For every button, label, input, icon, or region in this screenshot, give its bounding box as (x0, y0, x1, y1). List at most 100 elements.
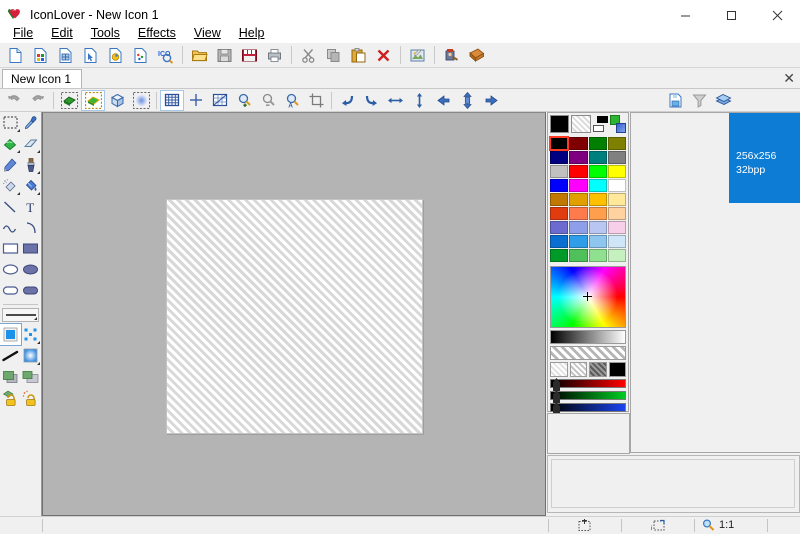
palette-swatch[interactable] (550, 179, 568, 192)
alpha-ramp[interactable] (550, 346, 626, 360)
palette-swatch[interactable] (589, 221, 607, 234)
foreground-color-swatch[interactable] (550, 115, 569, 133)
save-all-icon[interactable] (237, 44, 262, 67)
palette-swatch[interactable] (569, 207, 587, 220)
palette-swatch[interactable] (589, 151, 607, 164)
color-picker-tool[interactable] (21, 112, 42, 133)
cut-icon[interactable] (296, 44, 321, 67)
dither-fill-tool[interactable] (21, 324, 42, 345)
explorer-icon[interactable] (439, 44, 464, 67)
grid-icon[interactable] (160, 90, 184, 111)
red-channel-slider[interactable] (550, 379, 626, 388)
channel-slider-knob[interactable] (553, 378, 560, 391)
palette-swatch[interactable] (608, 137, 626, 150)
transparent-swatch[interactable] (571, 115, 590, 133)
palette-swatch[interactable] (569, 235, 587, 248)
open-icon[interactable] (187, 44, 212, 67)
flip-vertical-icon[interactable] (407, 90, 431, 111)
filter-icon[interactable] (687, 90, 711, 111)
brush-tool[interactable] (21, 154, 42, 175)
palette-swatch[interactable] (589, 249, 607, 262)
palette-swatch[interactable] (550, 207, 568, 220)
palette-swatch[interactable] (550, 221, 568, 234)
icon-canvas[interactable] (42, 112, 546, 516)
palette-swatch[interactable] (608, 165, 626, 178)
palette-swatch[interactable] (569, 249, 587, 262)
offset-shadow-tool[interactable] (21, 366, 42, 387)
new-animated-cursor-icon[interactable] (103, 44, 128, 67)
layers-icon[interactable] (711, 90, 735, 111)
menu-help[interactable]: Help (230, 24, 274, 42)
palette-swatch[interactable] (569, 137, 587, 150)
save-format-icon[interactable] (663, 90, 687, 111)
curve-tool[interactable] (0, 217, 21, 238)
color-palette-grid[interactable] (548, 135, 628, 264)
ellipse-filled-tool[interactable] (21, 259, 42, 280)
line-tool[interactable] (0, 196, 21, 217)
new-icon-library-icon[interactable] (53, 44, 78, 67)
palette-swatch[interactable] (550, 165, 568, 178)
zoom-out-icon[interactable] (256, 90, 280, 111)
menu-edit[interactable]: Edit (42, 24, 82, 42)
center-icon[interactable] (455, 90, 479, 111)
status-resize-grip[interactable] (768, 517, 800, 534)
extract-icon-icon[interactable]: ICO (153, 44, 178, 67)
alpha-step-swatch[interactable] (589, 362, 607, 377)
palette-swatch[interactable] (569, 151, 587, 164)
fill-tool[interactable] (0, 133, 21, 154)
palette-swatch[interactable] (608, 151, 626, 164)
delete-icon[interactable] (371, 44, 396, 67)
channel-slider-knob[interactable] (553, 390, 560, 403)
move-left-icon[interactable] (431, 90, 455, 111)
image-selected-icon[interactable] (81, 90, 105, 111)
palette-swatch[interactable] (589, 235, 607, 248)
print-icon[interactable] (262, 44, 287, 67)
icon-format-tile[interactable]: 256x256 32bpp (729, 113, 800, 203)
rotate-right-icon[interactable] (359, 90, 383, 111)
swap-colors-icon[interactable] (610, 115, 626, 133)
alpha-step-swatch[interactable] (609, 362, 627, 377)
palette-swatch[interactable] (550, 137, 568, 150)
crop-icon[interactable] (304, 90, 328, 111)
green-channel-slider[interactable] (550, 391, 626, 400)
eraser-tool[interactable] (21, 133, 42, 154)
zoom-actual-icon[interactable]: A (280, 90, 304, 111)
new-image-icon[interactable] (3, 44, 28, 67)
save-icon[interactable] (212, 44, 237, 67)
palette-swatch[interactable] (569, 221, 587, 234)
foreground-background-indicator[interactable] (593, 115, 609, 133)
palette-swatch[interactable] (550, 249, 568, 262)
palette-swatch[interactable] (589, 207, 607, 220)
undo-icon[interactable] (2, 90, 26, 111)
palette-swatch[interactable] (608, 207, 626, 220)
crosshair-icon[interactable] (184, 90, 208, 111)
menu-effects[interactable]: Effects (129, 24, 185, 42)
palette-swatch[interactable] (569, 165, 587, 178)
rectangle-filled-tool[interactable] (21, 238, 42, 259)
new-cursor-icon[interactable] (78, 44, 103, 67)
palette-swatch[interactable] (569, 193, 587, 206)
rectangular-select-tool[interactable] (0, 112, 21, 133)
flip-horizontal-icon[interactable] (383, 90, 407, 111)
palette-swatch[interactable] (550, 151, 568, 164)
palette-swatch[interactable] (550, 193, 568, 206)
alpha-step-swatch[interactable] (570, 362, 588, 377)
paste-icon[interactable] (346, 44, 371, 67)
3d-cube-icon[interactable] (105, 90, 129, 111)
alpha-step-swatch[interactable] (550, 362, 568, 377)
tab-new-icon-1[interactable]: New Icon 1 (2, 69, 82, 88)
lock-alpha-tool[interactable] (21, 387, 42, 408)
palette-swatch[interactable] (608, 193, 626, 206)
bottom-properties-panel[interactable] (547, 455, 800, 513)
rounded-rect-outline-tool[interactable] (0, 280, 21, 301)
palette-swatch[interactable] (608, 249, 626, 262)
transparent-icon-canvas[interactable] (166, 199, 423, 434)
image-layer-icon[interactable] (57, 90, 81, 111)
catalog-icon[interactable] (464, 44, 489, 67)
icon-preview-panel[interactable]: 256x256 32bpp (630, 112, 800, 453)
gradient-line-tool[interactable] (0, 345, 21, 366)
color-spectrum-picker[interactable] (550, 266, 626, 328)
blue-channel-slider[interactable] (550, 403, 626, 412)
channel-sliders[interactable] (548, 377, 628, 417)
grayscale-ramp[interactable] (550, 330, 626, 344)
